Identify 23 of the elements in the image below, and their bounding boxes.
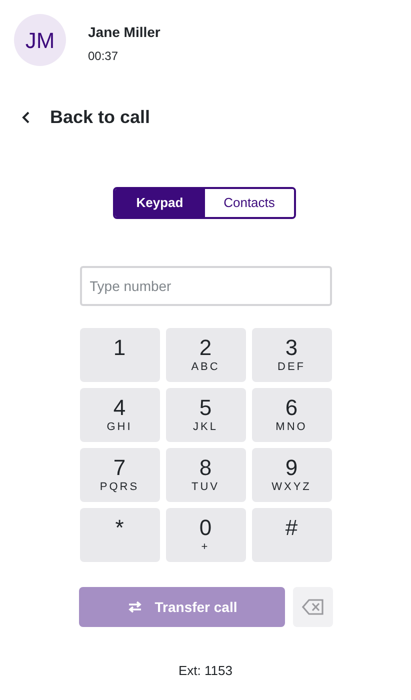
keypad-key[interactable]: 1 xyxy=(80,328,160,382)
back-button[interactable]: Back to call xyxy=(22,104,150,131)
transfer-icon xyxy=(126,601,143,613)
keypad-key[interactable]: 0 + xyxy=(166,508,246,562)
caller-name: Jane Miller xyxy=(88,23,160,42)
keypad-key[interactable]: 4 GHI xyxy=(80,388,160,442)
number-field[interactable]: Type number xyxy=(80,266,332,306)
keypad-key[interactable]: 5 JKL xyxy=(166,388,246,442)
backspace-icon xyxy=(302,599,324,615)
chevron-left-icon xyxy=(22,111,30,124)
tab[interactable]: Keypad xyxy=(115,189,204,217)
keypad-key[interactable]: * xyxy=(80,508,160,562)
backspace-button[interactable] xyxy=(293,587,333,627)
keypad-key[interactable]: 6 MNO xyxy=(252,388,332,442)
keypad-key[interactable]: 7 PQRS xyxy=(80,448,160,502)
keypad-key[interactable]: 3 DEF xyxy=(252,328,332,382)
keypad-key[interactable]: 9 WXYZ xyxy=(252,448,332,502)
keypad-key[interactable]: 2 ABC xyxy=(166,328,246,382)
extension-label: Ext: 1153 xyxy=(178,662,232,680)
keypad-key[interactable]: # xyxy=(252,508,332,562)
call-duration: 00:37 xyxy=(88,48,120,65)
avatar: JM xyxy=(14,14,66,66)
keypad-key[interactable]: 8 TUV xyxy=(166,448,246,502)
